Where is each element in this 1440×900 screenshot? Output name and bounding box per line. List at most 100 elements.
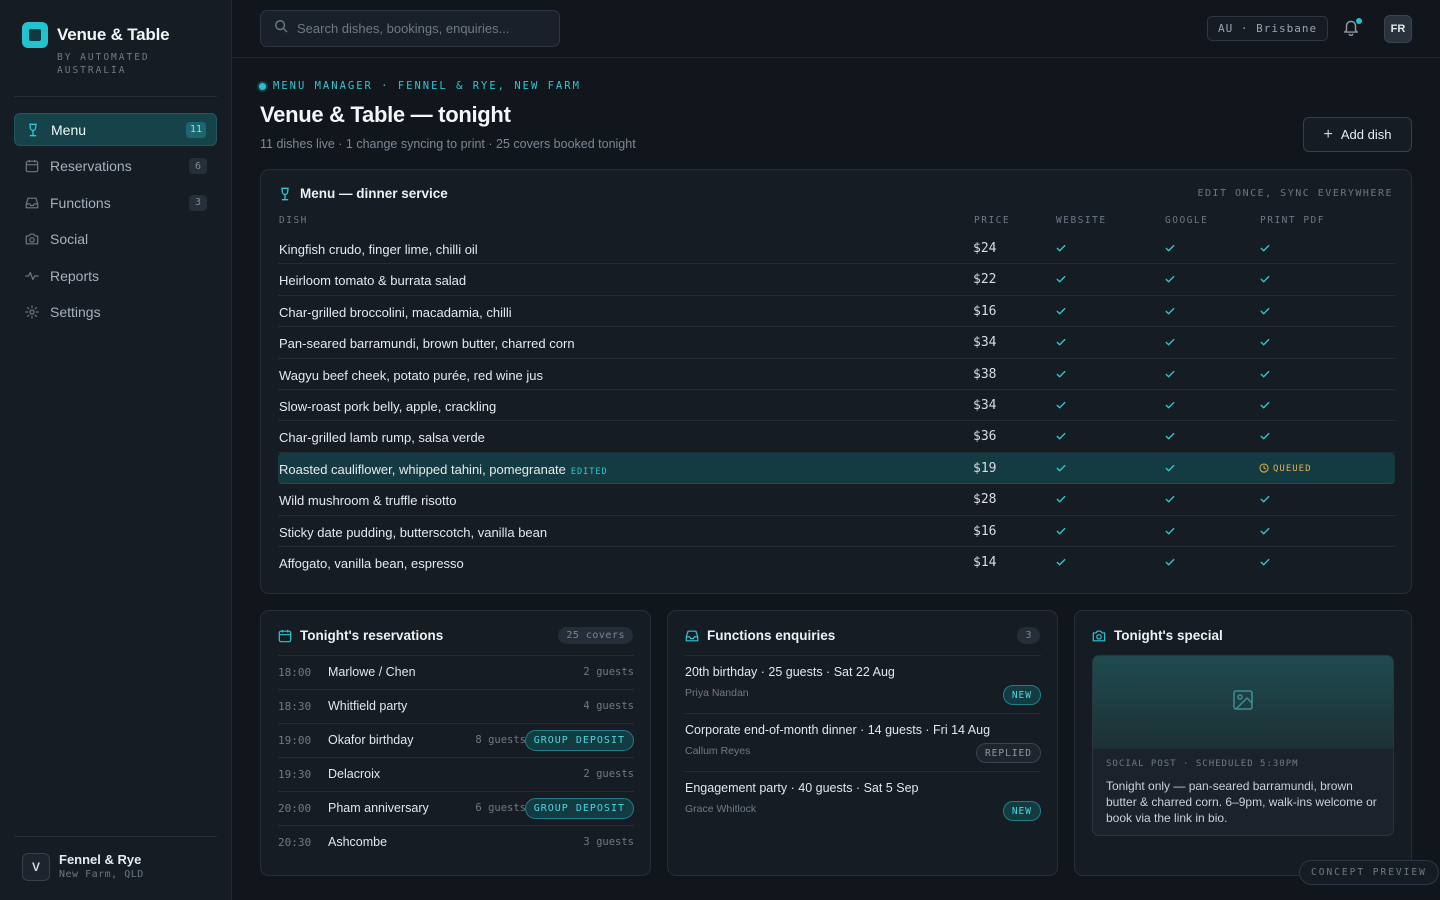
calendar-icon [24, 158, 40, 174]
print-check-icon [1259, 305, 1272, 318]
sidebar-item-label: Settings [50, 304, 101, 320]
enquiry-title: Engagement party · 40 guests · Sat 5 Sep [685, 781, 919, 795]
card-title-text: Functions enquiries [707, 628, 836, 643]
reservation-name: Okafor birthday [328, 733, 414, 747]
sidebar-item-label: Social [50, 231, 89, 247]
inbox-icon [24, 195, 40, 211]
group-deposit-badge: GROUP DEPOSIT [524, 730, 634, 751]
menu-row[interactable]: Affogato, vanilla bean, espresso $14 [278, 547, 1395, 578]
enquiry-row[interactable]: 20th birthday · 25 guests · Sat 22 Aug Pr… [685, 655, 1041, 713]
reservation-time: 18:30 [278, 700, 312, 713]
concept-preview-badge: CONCEPT PREVIEW [1299, 860, 1439, 885]
print-check-icon [1259, 242, 1272, 255]
sidebar-item-settings[interactable]: Settings [14, 296, 217, 329]
enquiry-row[interactable]: Engagement party · 40 guests · Sat 5 Sep… [685, 771, 1041, 829]
menu-row[interactable]: Sticky date pudding, butterscotch, vanil… [278, 516, 1395, 547]
add-dish-button[interactable]: + Add dish [1303, 117, 1412, 152]
menu-row[interactable]: Char-grilled broccolini, macadamia, chil… [278, 296, 1395, 328]
post-caption: Tonight only — pan-seared barramundi, br… [1106, 779, 1377, 825]
enquiry-status-badge: NEW [1002, 801, 1041, 821]
inbox-icon [685, 629, 699, 643]
user-avatar-button[interactable]: FR [1384, 15, 1412, 43]
sidebar-item-label: Reports [50, 267, 100, 284]
menu-row[interactable]: Wagyu beef cheek, potato purée, red wine… [278, 359, 1395, 390]
sidebar-item-menu[interactable]: Menu 11 [14, 113, 217, 146]
google-check-icon [1164, 556, 1177, 569]
sidebar-divider [14, 96, 217, 97]
brand-name: Venue & Table [57, 25, 170, 44]
reservations-title: Tonight's reservations [278, 628, 443, 643]
venue-location: New Farm, QLD [59, 869, 144, 880]
bell-icon [1342, 20, 1360, 40]
count-badge: 6 [189, 158, 207, 174]
guest-count: 6 guests [475, 802, 526, 814]
reservation-row[interactable]: 20:30 Ashcombe 3 guests [278, 825, 634, 859]
menu-row[interactable]: Roasted cauliflower, whipped tahini, pom… [278, 452, 1395, 485]
sidebar-nav: Menu 11 Reservations 6 Functions 3 Socia… [14, 113, 217, 332]
venue-profile[interactable]: V Fennel & Rye New Farm, QLD [22, 852, 144, 882]
plus-icon: + [1323, 125, 1333, 143]
reservation-time: 20:00 [278, 802, 312, 815]
dish-name: Char-grilled broccolini, macadamia, chil… [279, 304, 512, 320]
dish-name: Pan-seared barramundi, brown butter, cha… [279, 336, 575, 352]
reservations-list: 18:00 Marlowe / Chen 2 guests 18:30 Whitfiel… [278, 655, 634, 859]
enquiry-contact: Priya Nandan [685, 687, 749, 699]
enquiry-status-badge: REPLIED [975, 743, 1041, 763]
menu-table: Kingfish crudo, finger lime, chilli oil $… [278, 233, 1395, 578]
menu-row[interactable]: Heirloom tomato & burrata salad $22 [278, 264, 1395, 296]
count-badge: 3 [189, 194, 207, 211]
google-check-icon [1164, 336, 1177, 349]
website-check-icon [1055, 273, 1068, 286]
search-input[interactable] [297, 21, 547, 36]
google-check-icon [1164, 525, 1177, 538]
sidebar-item-social[interactable]: Social [14, 223, 217, 256]
sidebar-item-functions[interactable]: Functions 3 [14, 186, 217, 219]
website-check-icon [1055, 556, 1068, 569]
menu-card: Menu — dinner service EDIT ONCE, SYNC EV… [260, 169, 1412, 594]
column-header-print: PRINT PDF [1260, 215, 1325, 226]
region-selector[interactable]: AU · Brisbane [1207, 16, 1329, 41]
dish-name: Char-grilled lamb rump, salsa verde [279, 430, 485, 446]
clock-icon [1259, 463, 1273, 476]
notifications-button[interactable] [1342, 18, 1362, 38]
dish-name: Kingfish crudo, finger lime, chilli oil [279, 242, 478, 257]
google-check-icon [1164, 462, 1177, 475]
print-check-icon [1259, 493, 1272, 506]
menu-row[interactable]: Kingfish crudo, finger lime, chilli oil $… [278, 233, 1395, 265]
activity-icon [24, 268, 40, 284]
menu-row[interactable]: Wild mushroom & truffle risotto $28 [278, 484, 1395, 516]
website-check-icon [1055, 493, 1068, 506]
google-check-icon [1164, 242, 1177, 255]
dish-price: $34 [973, 335, 997, 351]
gear-icon [24, 304, 40, 320]
reservation-row[interactable]: 19:30 Delacroix 2 guests [278, 757, 634, 791]
menu-row[interactable]: Char-grilled lamb rump, salsa verde $36 [278, 421, 1395, 453]
reservation-row[interactable]: 19:00 Okafor birthday 8 guests GROUP DEPOSI… [278, 723, 634, 757]
add-dish-label: Add dish [1340, 127, 1392, 142]
brand-logo [22, 22, 48, 48]
reservation-row[interactable]: 18:00 Marlowe / Chen 2 guests [278, 655, 634, 689]
print-check-icon [1259, 368, 1272, 381]
sidebar-divider [14, 836, 217, 837]
sidebar-item-reports[interactable]: Reports [14, 259, 217, 292]
count-badge: 11 [185, 121, 206, 138]
print-queued-status: QUEUED [1259, 463, 1312, 476]
guest-count: 8 guests [475, 734, 526, 746]
menu-row[interactable]: Slow-roast pork belly, apple, crackling $… [278, 390, 1395, 422]
dish-price: $36 [973, 429, 997, 445]
sidebar-item-reservations[interactable]: Reservations 6 [14, 150, 217, 183]
reservation-row[interactable]: 18:30 Whitfield party 4 guests [278, 689, 634, 723]
dish-price: $22 [973, 272, 997, 288]
brand[interactable]: Venue & Table BY AUTOMATED AUSTRALIA [22, 21, 177, 77]
page-subtitle: 11 dishes live · 1 change syncing to pri… [260, 137, 636, 151]
social-post-preview[interactable]: SOCIAL POST · SCHEDULED 5:30PM Tonight o… [1092, 655, 1394, 836]
post-image-placeholder[interactable] [1093, 656, 1393, 749]
reservation-time: 20:30 [278, 836, 312, 849]
sync-note: EDIT ONCE, SYNC EVERYWHERE [1197, 188, 1393, 199]
menu-row[interactable]: Pan-seared barramundi, brown butter, cha… [278, 327, 1395, 359]
reservation-row[interactable]: 20:00 Pham anniversary 6 guests GROUP DEPOS… [278, 791, 634, 825]
group-deposit-badge: GROUP DEPOSIT [524, 798, 634, 819]
print-check-icon [1259, 556, 1272, 569]
search-box[interactable] [260, 10, 560, 47]
enquiry-row[interactable]: Corporate end-of-month dinner · 14 guest… [685, 713, 1041, 771]
